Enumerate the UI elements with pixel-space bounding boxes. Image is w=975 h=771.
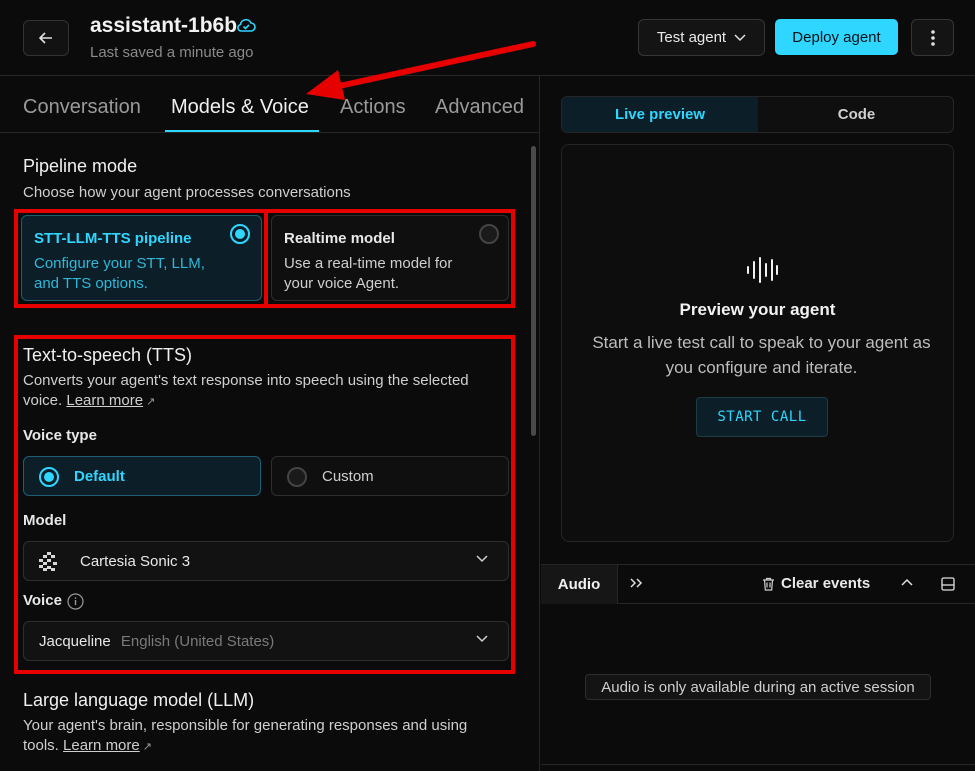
tab-code[interactable]: Code [758,97,953,132]
option-description: Use a real-time model for your voice Age… [284,254,452,294]
voice-label: Voice [23,592,62,609]
pipeline-description: Choose how your agent processes conversa… [23,184,351,201]
panel-layout-icon[interactable] [941,577,955,591]
cloud-sync-icon [237,18,256,32]
option-description: Configure your STT, LLM, and TTS options… [34,254,205,294]
config-panel: Conversation Models & Voice Actions Adva… [0,76,540,771]
llm-desc-line: Your agent's brain, responsible for gene… [23,717,468,734]
pipeline-option-realtime[interactable]: Realtime model Use a real-time model for… [271,215,509,301]
model-value: Cartesia Sonic 3 [80,553,191,570]
voice-type-custom[interactable]: Custom [271,456,509,496]
preview-segmented-control: Live preview Code [561,96,954,133]
llm-desc-line: tools. Learn more ↗ [23,736,503,757]
option-desc-line: and TTS options. [34,275,148,292]
tab-audio[interactable]: Audio [541,565,618,604]
tab-conversation[interactable]: Conversation [23,96,141,119]
voice-label-text: Voice [23,592,62,609]
more-options-button[interactable] [911,19,954,56]
voice-type-default-label: Default [74,468,125,485]
radio-unselected[interactable] [479,224,499,244]
voice-name: Jacqueline [39,633,111,650]
external-link-icon: ↗ [146,396,156,408]
external-link-icon: ↗ [142,741,152,753]
radio-selected[interactable] [230,224,250,244]
audio-wave-icon [747,257,778,283]
radio-selected [39,467,59,487]
tts-description: Converts your agent's text response into… [23,371,503,412]
tts-desc-line: voice. Learn more ↗ [23,391,503,412]
pipeline-option-stt-llm-tts[interactable]: STT-LLM-TTS pipeline Configure your STT,… [21,215,262,301]
tab-live-preview[interactable]: Live preview [562,97,758,132]
preview-title: Preview your agent [679,300,836,319]
voice-type-default[interactable]: Default [23,456,261,496]
voice-locale: English (United States) [120,633,275,650]
learn-more-link[interactable]: Learn more [63,737,140,754]
learn-more-link[interactable]: Learn more [66,392,143,409]
config-tabs: Conversation Models & Voice Actions Adva… [0,76,540,133]
pipeline-heading: Pipeline mode [23,156,138,176]
radio-unselected [287,467,307,487]
chevron-up-icon[interactable] [901,578,913,586]
clear-events-button[interactable]: Clear events [762,575,870,592]
clear-events-label: Clear events [781,575,871,592]
voice-value: Jacqueline English (United States) [39,633,274,650]
option-title: Realtime model [284,230,395,247]
voice-type-custom-label: Custom [322,468,374,485]
start-call-button[interactable]: START CALL [696,397,828,437]
preview-description: Start a live test call to speak to your … [592,333,931,377]
model-label: Model [23,512,67,529]
tab-advanced[interactable]: Advanced [435,96,524,119]
voice-type-label: Voice type [23,427,97,444]
scrollbar[interactable] [531,146,536,436]
option-desc-line: Configure your STT, LLM, [34,255,205,272]
back-button[interactable] [23,20,69,56]
option-title: STT-LLM-TTS pipeline [34,230,192,247]
model-select[interactable]: Cartesia Sonic 3 [23,541,509,581]
llm-description: Your agent's brain, responsible for gene… [23,716,503,757]
chevron-down-icon [476,635,488,643]
more-vertical-icon [930,29,935,46]
cartesia-logo-icon [39,552,57,571]
agent-title: assistant-1b6b [90,14,238,37]
voice-select[interactable]: Jacqueline English (United States) [23,621,509,661]
tts-heading: Text-to-speech (TTS) [23,345,193,365]
option-desc-line: Use a real-time model for [284,255,453,272]
tts-desc-line: Converts your agent's text response into… [23,372,469,389]
chevron-down-icon [476,555,488,563]
test-agent-label: Test agent [656,29,727,46]
info-icon[interactable] [67,593,84,610]
tts-desc-tail: voice. [23,392,63,409]
chevron-down-icon [734,33,746,41]
top-header: assistant-1b6b Last saved a minute ago T… [0,0,975,76]
llm-desc-tail: tools. [23,737,59,754]
arrow-left-icon [39,32,52,44]
divider [541,764,975,765]
double-chevron-right-icon[interactable] [629,577,643,589]
events-toolbar: Audio Clear events [541,564,975,604]
tab-models-voice[interactable]: Models & Voice [171,96,309,119]
trash-icon [763,577,774,591]
test-agent-button[interactable]: Test agent [638,19,765,56]
deploy-agent-button[interactable]: Deploy agent [775,19,898,55]
active-tab-indicator [165,130,319,132]
last-saved-text: Last saved a minute ago [90,44,254,61]
option-desc-line: your voice Agent. [284,275,400,292]
audio-unavailable-note: Audio is only available during an active… [585,674,931,700]
llm-heading: Large language model (LLM) [23,690,255,710]
tab-actions[interactable]: Actions [340,96,406,119]
